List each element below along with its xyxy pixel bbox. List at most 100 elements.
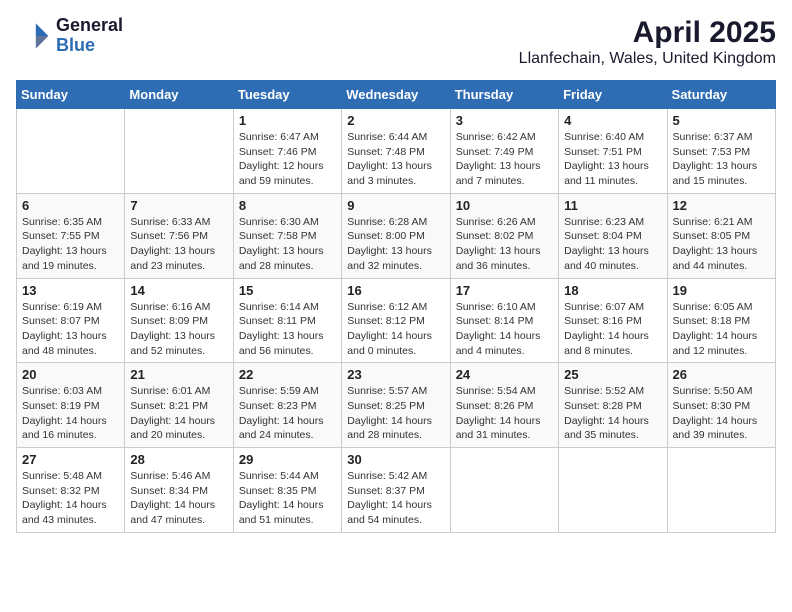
day-number: 10 (456, 198, 553, 213)
day-info: Sunrise: 6:14 AM Sunset: 8:11 PM Dayligh… (239, 300, 336, 359)
page-subtitle: Llanfechain, Wales, United Kingdom (519, 50, 776, 68)
day-number: 7 (130, 198, 227, 213)
calendar-week-row: 13 Sunrise: 6:19 AM Sunset: 8:07 PM Dayli… (17, 278, 776, 363)
day-info: Sunrise: 6:19 AM Sunset: 8:07 PM Dayligh… (22, 300, 119, 359)
day-info: Sunrise: 6:23 AM Sunset: 8:04 PM Dayligh… (564, 215, 661, 274)
day-number: 26 (673, 367, 770, 382)
day-info: Sunrise: 5:48 AM Sunset: 8:32 PM Dayligh… (22, 469, 119, 528)
day-number: 6 (22, 198, 119, 213)
day-number: 13 (22, 283, 119, 298)
calendar-cell: 25 Sunrise: 5:52 AM Sunset: 8:28 PM Dayli… (559, 363, 667, 448)
day-number: 20 (22, 367, 119, 382)
day-info: Sunrise: 5:42 AM Sunset: 8:37 PM Dayligh… (347, 469, 444, 528)
header-wednesday: Wednesday (342, 81, 450, 109)
day-number: 9 (347, 198, 444, 213)
calendar-week-row: 1Sunrise: 6:47 AM Sunset: 7:46 PM Daylig… (17, 109, 776, 194)
day-number: 14 (130, 283, 227, 298)
calendar-cell: 20 Sunrise: 6:03 AM Sunset: 8:19 PM Dayli… (17, 363, 125, 448)
calendar-week-row: 6 Sunrise: 6:35 AM Sunset: 7:55 PM Daylig… (17, 193, 776, 278)
calendar-week-row: 20 Sunrise: 6:03 AM Sunset: 8:19 PM Dayli… (17, 363, 776, 448)
calendar-cell: 21 Sunrise: 6:01 AM Sunset: 8:21 PM Dayli… (125, 363, 233, 448)
day-info: Sunrise: 6:05 AM Sunset: 8:18 PM Dayligh… (673, 300, 770, 359)
day-info: Sunrise: 5:54 AM Sunset: 8:26 PM Dayligh… (456, 384, 553, 443)
day-number: 3 (456, 113, 553, 128)
calendar-cell: 18 Sunrise: 6:07 AM Sunset: 8:16 PM Dayli… (559, 278, 667, 363)
day-number: 5 (673, 113, 770, 128)
day-info: Sunrise: 6:28 AM Sunset: 8:00 PM Dayligh… (347, 215, 444, 274)
calendar-cell: 12 Sunrise: 6:21 AM Sunset: 8:05 PM Dayli… (667, 193, 775, 278)
day-info: Sunrise: 6:26 AM Sunset: 8:02 PM Dayligh… (456, 215, 553, 274)
logo: General Blue (16, 16, 123, 56)
day-info: Sunrise: 6:01 AM Sunset: 8:21 PM Dayligh… (130, 384, 227, 443)
day-info: Sunrise: 6:12 AM Sunset: 8:12 PM Dayligh… (347, 300, 444, 359)
calendar-cell: 6 Sunrise: 6:35 AM Sunset: 7:55 PM Daylig… (17, 193, 125, 278)
day-number: 19 (673, 283, 770, 298)
calendar-cell: 22Sunrise: 5:59 AM Sunset: 8:23 PM Dayli… (233, 363, 341, 448)
calendar-cell: 16 Sunrise: 6:12 AM Sunset: 8:12 PM Dayli… (342, 278, 450, 363)
day-number: 12 (673, 198, 770, 213)
calendar-cell (667, 448, 775, 533)
day-info: Sunrise: 6:40 AM Sunset: 7:51 PM Dayligh… (564, 130, 661, 189)
day-number: 25 (564, 367, 661, 382)
day-number: 16 (347, 283, 444, 298)
day-info: Sunrise: 6:37 AM Sunset: 7:53 PM Dayligh… (673, 130, 770, 189)
day-info: Sunrise: 6:30 AM Sunset: 7:58 PM Dayligh… (239, 215, 336, 274)
calendar-cell (450, 448, 558, 533)
calendar-cell: 28Sunrise: 5:46 AM Sunset: 8:34 PM Dayli… (125, 448, 233, 533)
day-number: 1 (239, 113, 336, 128)
calendar-cell: 1Sunrise: 6:47 AM Sunset: 7:46 PM Daylig… (233, 109, 341, 194)
header-monday: Monday (125, 81, 233, 109)
calendar-cell: 10 Sunrise: 6:26 AM Sunset: 8:02 PM Dayli… (450, 193, 558, 278)
day-number: 11 (564, 198, 661, 213)
header-thursday: Thursday (450, 81, 558, 109)
day-number: 2 (347, 113, 444, 128)
calendar-header-row: SundayMondayTuesdayWednesdayThursdayFrid… (17, 81, 776, 109)
calendar-cell: 24Sunrise: 5:54 AM Sunset: 8:26 PM Dayli… (450, 363, 558, 448)
day-info: Sunrise: 6:21 AM Sunset: 8:05 PM Dayligh… (673, 215, 770, 274)
header-saturday: Saturday (667, 81, 775, 109)
day-info: Sunrise: 5:50 AM Sunset: 8:30 PM Dayligh… (673, 384, 770, 443)
calendar-table: SundayMondayTuesdayWednesdayThursdayFrid… (16, 80, 776, 533)
logo-icon (16, 18, 52, 54)
calendar-cell: 2 Sunrise: 6:44 AM Sunset: 7:48 PM Daylig… (342, 109, 450, 194)
day-number: 18 (564, 283, 661, 298)
calendar-cell (125, 109, 233, 194)
day-info: Sunrise: 6:44 AM Sunset: 7:48 PM Dayligh… (347, 130, 444, 189)
day-info: Sunrise: 5:46 AM Sunset: 8:34 PM Dayligh… (130, 469, 227, 528)
calendar-cell: 23Sunrise: 5:57 AM Sunset: 8:25 PM Dayli… (342, 363, 450, 448)
calendar-cell: 11 Sunrise: 6:23 AM Sunset: 8:04 PM Dayli… (559, 193, 667, 278)
calendar-cell: 3Sunrise: 6:42 AM Sunset: 7:49 PM Daylig… (450, 109, 558, 194)
calendar-cell: 15 Sunrise: 6:14 AM Sunset: 8:11 PM Dayli… (233, 278, 341, 363)
calendar-cell: 30 Sunrise: 5:42 AM Sunset: 8:37 PM Dayli… (342, 448, 450, 533)
day-number: 4 (564, 113, 661, 128)
day-number: 27 (22, 452, 119, 467)
calendar-cell: 5 Sunrise: 6:37 AM Sunset: 7:53 PM Daylig… (667, 109, 775, 194)
calendar-cell: 26 Sunrise: 5:50 AM Sunset: 8:30 PM Dayli… (667, 363, 775, 448)
title-block: April 2025 Llanfechain, Wales, United Ki… (519, 16, 776, 68)
logo-blue-text: Blue (56, 35, 95, 55)
calendar-cell: 17Sunrise: 6:10 AM Sunset: 8:14 PM Dayli… (450, 278, 558, 363)
calendar-cell: 14 Sunrise: 6:16 AM Sunset: 8:09 PM Dayli… (125, 278, 233, 363)
calendar-week-row: 27 Sunrise: 5:48 AM Sunset: 8:32 PM Dayli… (17, 448, 776, 533)
day-info: Sunrise: 5:59 AM Sunset: 8:23 PM Dayligh… (239, 384, 336, 443)
logo-general-text: General (56, 15, 123, 35)
header-sunday: Sunday (17, 81, 125, 109)
calendar-cell: 9 Sunrise: 6:28 AM Sunset: 8:00 PM Daylig… (342, 193, 450, 278)
calendar-cell: 7 Sunrise: 6:33 AM Sunset: 7:56 PM Daylig… (125, 193, 233, 278)
day-info: Sunrise: 6:03 AM Sunset: 8:19 PM Dayligh… (22, 384, 119, 443)
calendar-cell (559, 448, 667, 533)
day-info: Sunrise: 6:35 AM Sunset: 7:55 PM Dayligh… (22, 215, 119, 274)
day-info: Sunrise: 5:52 AM Sunset: 8:28 PM Dayligh… (564, 384, 661, 443)
day-info: Sunrise: 6:07 AM Sunset: 8:16 PM Dayligh… (564, 300, 661, 359)
day-number: 21 (130, 367, 227, 382)
calendar-cell: 29Sunrise: 5:44 AM Sunset: 8:35 PM Dayli… (233, 448, 341, 533)
day-info: Sunrise: 6:16 AM Sunset: 8:09 PM Dayligh… (130, 300, 227, 359)
day-number: 17 (456, 283, 553, 298)
calendar-cell: 19 Sunrise: 6:05 AM Sunset: 8:18 PM Dayli… (667, 278, 775, 363)
day-number: 15 (239, 283, 336, 298)
day-info: Sunrise: 6:33 AM Sunset: 7:56 PM Dayligh… (130, 215, 227, 274)
calendar-cell: 4 Sunrise: 6:40 AM Sunset: 7:51 PM Daylig… (559, 109, 667, 194)
day-number: 23 (347, 367, 444, 382)
calendar-cell (17, 109, 125, 194)
day-number: 30 (347, 452, 444, 467)
